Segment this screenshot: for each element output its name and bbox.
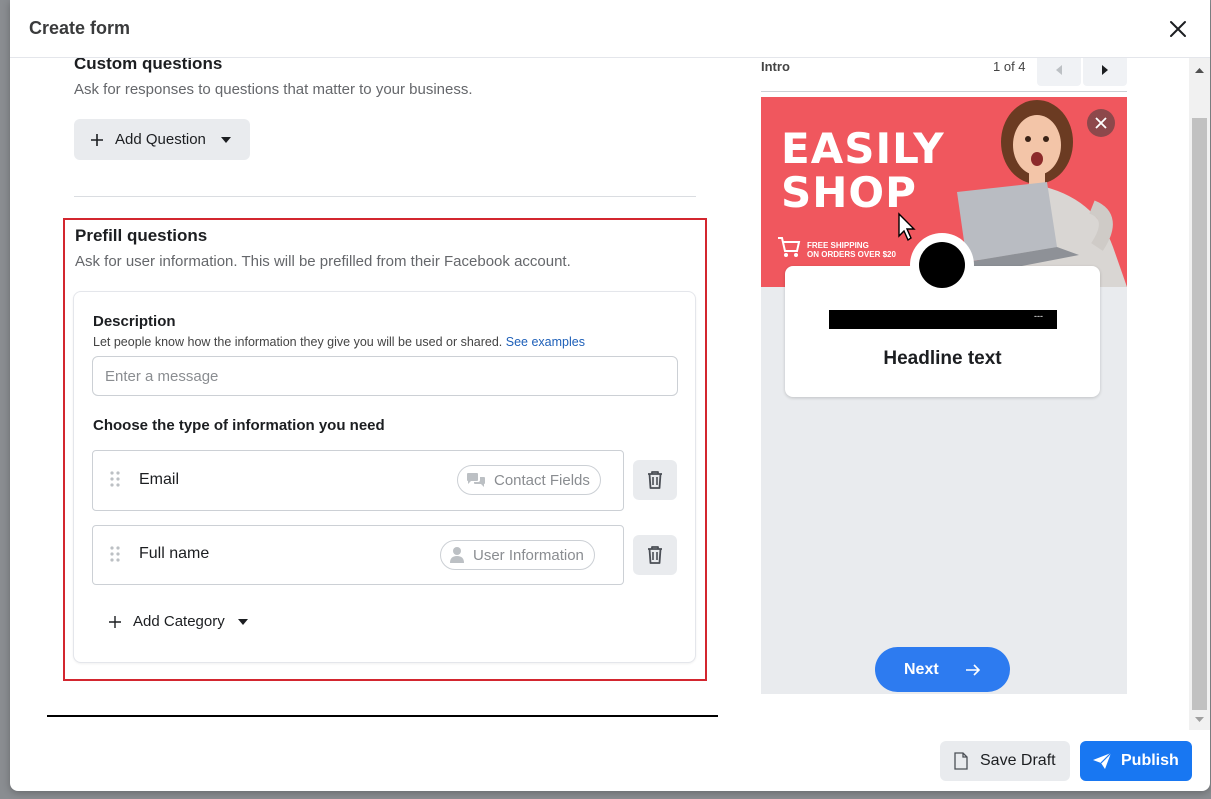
headline-text: Headline text: [883, 348, 1002, 369]
field-name: Full name: [139, 545, 210, 562]
category-pill: User Information: [440, 540, 595, 570]
delete-email-button[interactable]: [633, 460, 677, 500]
plus-icon: [91, 133, 103, 146]
category-label: Contact Fields: [494, 471, 590, 489]
avatar-ring: [910, 233, 974, 297]
modal-title: Create form: [29, 18, 131, 38]
description-help-text: Let people know how the information they…: [93, 335, 503, 349]
banner-headline: EASILY SHOP: [781, 124, 945, 217]
save-draft-label: Save Draft: [980, 752, 1056, 769]
create-form-modal: Create form Custom questions Ask for res…: [10, 0, 1210, 791]
banner-shipping: FREE SHIPPING ON ORDERS OVER $20: [807, 241, 896, 259]
section-divider: [74, 196, 696, 197]
document-icon: [954, 752, 968, 770]
preview-next-button[interactable]: Next: [875, 647, 1010, 692]
prefill-field-full-name[interactable]: Full name User Information: [92, 525, 624, 585]
preview-page-counter: 1 of 4: [993, 59, 1026, 74]
prefill-card: Description Let people know how the info…: [73, 291, 696, 663]
choose-type-label: Choose the type of information you need: [93, 417, 385, 434]
banner-close-button[interactable]: [1087, 109, 1115, 137]
scroll-down-arrow-icon[interactable]: [1189, 710, 1210, 730]
intro-card: --- Headline text: [785, 233, 1100, 397]
close-button[interactable]: [1166, 17, 1190, 41]
caret-down-icon: [220, 136, 231, 143]
add-question-label: Add Question: [115, 131, 206, 148]
trash-icon: [648, 546, 662, 564]
prefill-questions-title: Prefill questions: [75, 226, 208, 245]
arrow-right-icon: [965, 663, 980, 676]
category-label: User Information: [473, 546, 584, 564]
custom-questions-subtitle: Ask for responses to questions that matt…: [74, 81, 473, 98]
modal-header: Create form: [10, 0, 1210, 58]
redacted-page-name: ---: [829, 310, 1057, 329]
publish-label: Publish: [1121, 752, 1179, 769]
chat-bubbles-icon: [467, 473, 485, 487]
redaction-line: [47, 715, 718, 717]
add-category-button[interactable]: Add Category: [108, 613, 249, 630]
publish-button[interactable]: Publish: [1080, 741, 1192, 781]
avatar: [919, 242, 965, 288]
add-category-label: Add Category: [133, 613, 225, 630]
close-icon: [1170, 21, 1186, 37]
trash-icon: [648, 471, 662, 489]
custom-questions-title: Custom questions: [74, 58, 223, 73]
user-icon: [450, 547, 464, 563]
preview-prev-button[interactable]: [1037, 54, 1081, 86]
triangle-right-icon: [1102, 65, 1108, 75]
description-message-input[interactable]: [92, 356, 678, 396]
shopping-cart-icon: [778, 237, 801, 257]
scroll-thumb[interactable]: [1192, 118, 1207, 710]
prefill-field-email[interactable]: Email Contact Fields: [92, 450, 624, 511]
plus-icon: [109, 615, 121, 628]
preview-header: Intro 1 of 4: [761, 54, 1127, 92]
drag-handle-icon[interactable]: [110, 471, 120, 487]
mouse-cursor-icon: [898, 212, 916, 242]
form-preview: EASILY SHOP FREE SHIPPING ON ORDERS OVER…: [761, 97, 1127, 694]
field-name: Email: [139, 471, 180, 488]
triangle-left-icon: [1056, 65, 1062, 75]
description-label: Description: [93, 313, 176, 330]
prefill-questions-subtitle: Ask for user information. This will be p…: [75, 253, 571, 270]
form-editor: Custom questions Ask for responses to qu…: [10, 58, 760, 738]
add-question-button[interactable]: Add Question: [74, 119, 250, 160]
see-examples-link[interactable]: See examples: [506, 335, 585, 349]
drag-handle-icon[interactable]: [110, 546, 120, 562]
caret-down-icon: [237, 618, 248, 625]
preview-section-label: Intro: [761, 59, 790, 74]
scrollbar[interactable]: [1189, 58, 1210, 730]
description-help: Let people know how the information they…: [93, 335, 585, 349]
paper-plane-icon: [1093, 752, 1112, 769]
next-label: Next: [904, 660, 939, 678]
category-pill: Contact Fields: [457, 465, 601, 495]
save-draft-button[interactable]: Save Draft: [940, 741, 1070, 781]
delete-full-name-button[interactable]: [633, 535, 677, 575]
close-icon: [1095, 117, 1107, 129]
scroll-up-arrow-icon[interactable]: [1189, 60, 1210, 80]
preview-next-page-button[interactable]: [1083, 54, 1127, 86]
